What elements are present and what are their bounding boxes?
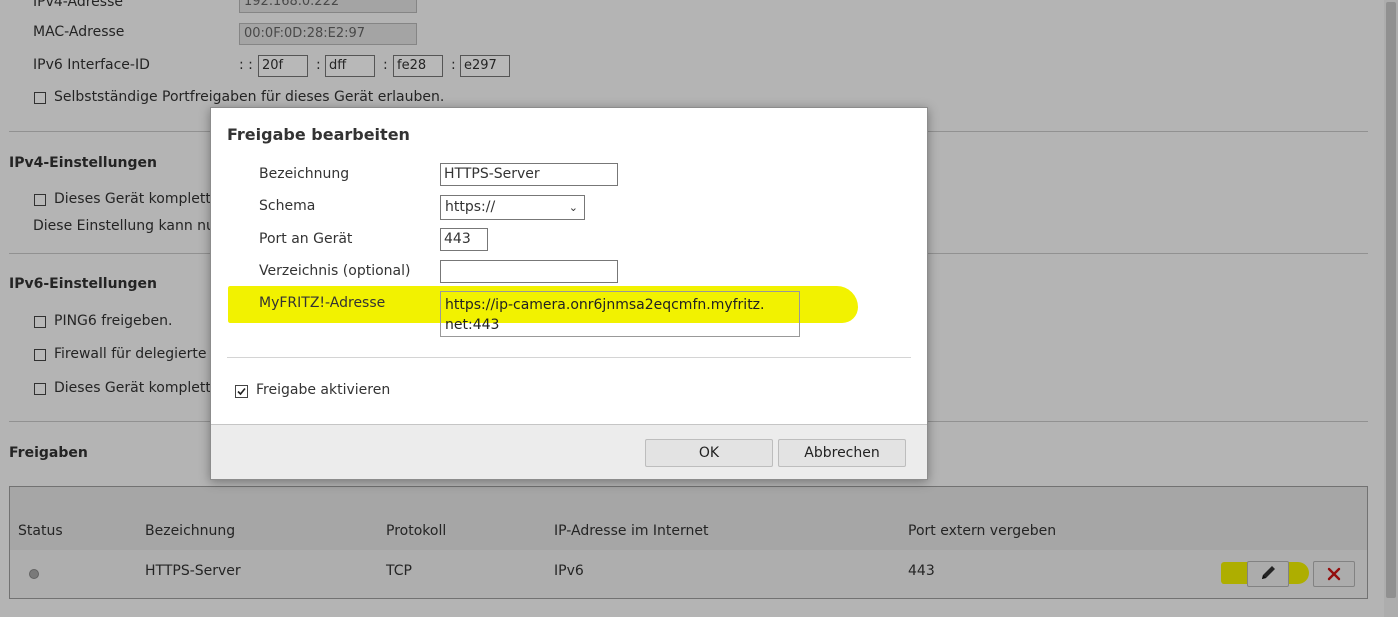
myfritz-address: https://ip-camera.onr6jnmsa2eqcmfn.myfri… [440, 291, 800, 337]
chevron-down-icon: ⌄ [568, 201, 578, 214]
ok-button[interactable]: OK [645, 439, 773, 467]
bezeichnung-input[interactable]: HTTPS-Server [440, 163, 618, 186]
dialog-title: Freigabe bearbeiten [227, 125, 410, 144]
myfritz-address-line2: net:443 [445, 317, 500, 333]
schema-value: https:// [445, 199, 496, 215]
verzeichnis-input[interactable] [440, 260, 618, 283]
dialog-footer: OK Abbrechen [211, 424, 927, 479]
myfritz-address-line1: https://ip-camera.onr6jnmsa2eqcmfn.myfri… [445, 297, 765, 313]
dialog-divider [227, 357, 911, 358]
activate-label: Freigabe aktivieren [256, 382, 391, 398]
verzeichnis-label: Verzeichnis (optional) [259, 263, 411, 279]
bezeichnung-label: Bezeichnung [259, 166, 350, 182]
cancel-button[interactable]: Abbrechen [778, 439, 906, 467]
schema-select[interactable]: https:// ⌄ [440, 195, 585, 220]
activate-checkbox[interactable] [235, 385, 248, 398]
schema-label: Schema [259, 198, 316, 214]
port-label: Port an Gerät [259, 231, 353, 247]
myfritz-label: MyFRITZ!-Adresse [259, 295, 386, 311]
dialog-body: Freigabe bearbeiten Bezeichnung HTTPS-Se… [211, 108, 927, 424]
port-input[interactable]: 443 [440, 228, 488, 251]
edit-share-dialog: Freigabe bearbeiten Bezeichnung HTTPS-Se… [210, 107, 928, 480]
checkmark-icon [237, 387, 246, 396]
